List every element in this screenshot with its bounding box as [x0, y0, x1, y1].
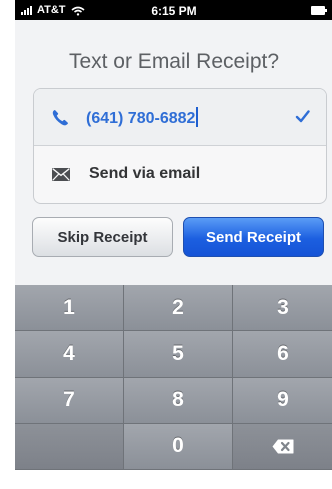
key-blank	[15, 423, 124, 470]
skip-receipt-button[interactable]: Skip Receipt	[32, 217, 173, 257]
key-6[interactable]: 6	[233, 331, 332, 378]
phone-icon	[52, 110, 68, 126]
status-time: 6:15 PM	[151, 4, 197, 18]
key-5[interactable]: 5	[124, 331, 233, 378]
receipt-panel: Text or Email Receipt? (641) 780-6882 Se…	[15, 20, 332, 285]
receipt-options-card: (641) 780-6882 Send via email	[33, 88, 327, 204]
status-bar: AT&T 6:15 PM	[15, 0, 332, 20]
send-receipt-button[interactable]: Send Receipt	[183, 217, 324, 257]
delete-key[interactable]	[233, 423, 332, 470]
phone-option-row[interactable]: (641) 780-6882	[34, 89, 326, 146]
key-1[interactable]: 1	[15, 285, 124, 332]
key-7[interactable]: 7	[15, 377, 124, 424]
key-3[interactable]: 3	[233, 285, 332, 332]
numeric-keypad: 1 2 3 4 5 6 7 8 9 0	[15, 285, 332, 470]
page-title: Text or Email Receipt?	[68, 50, 280, 73]
send-via-email-label: Send via email	[89, 165, 201, 182]
email-option-row[interactable]: Send via email	[34, 146, 326, 202]
key-9[interactable]: 9	[233, 377, 332, 424]
key-8[interactable]: 8	[124, 377, 233, 424]
phone-input[interactable]: (641) 780-6882	[86, 107, 199, 128]
mail-icon	[52, 168, 70, 181]
key-2[interactable]: 2	[124, 285, 233, 332]
delete-icon	[272, 439, 294, 454]
phone-input-value: (641) 780-6882	[86, 110, 196, 127]
battery-icon	[311, 6, 327, 15]
check-icon	[295, 110, 310, 123]
key-4[interactable]: 4	[15, 331, 124, 378]
key-0[interactable]: 0	[124, 423, 233, 470]
phone-screen: AT&T 6:15 PM Text or Email Receipt? (641…	[15, 0, 332, 470]
text-cursor	[196, 107, 199, 127]
